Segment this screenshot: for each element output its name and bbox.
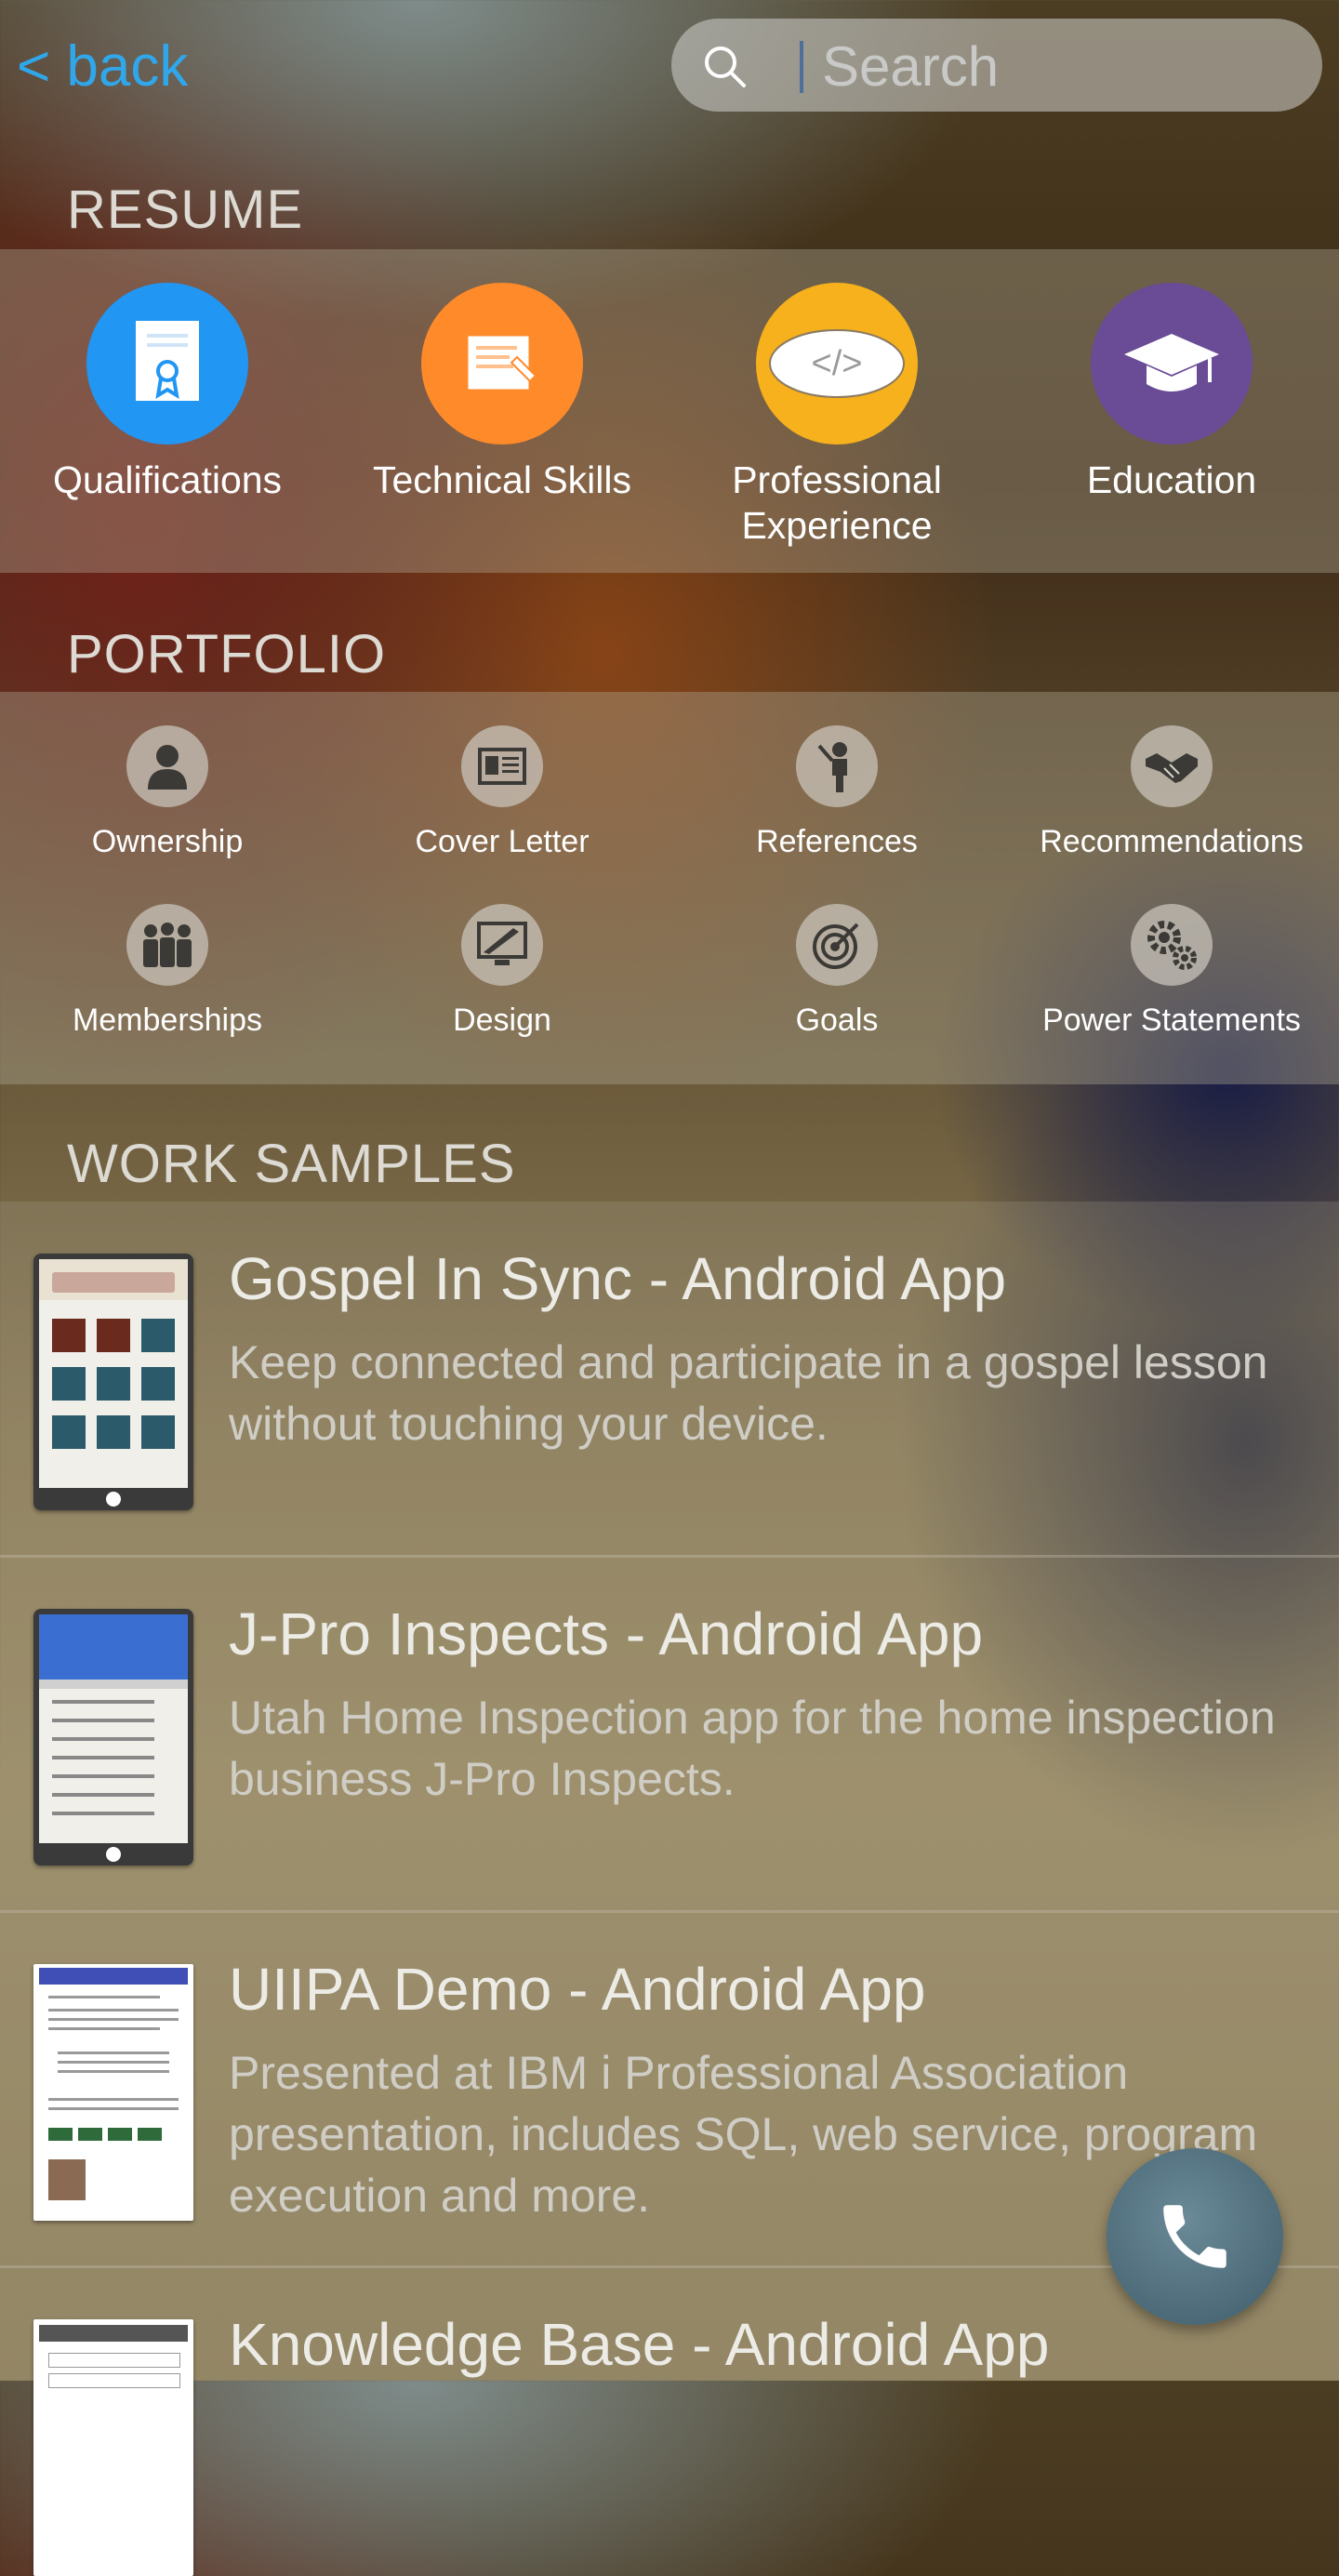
phone-icon [1163, 2205, 1226, 2268]
portfolio-item-label: Ownership [91, 824, 244, 859]
resume-item-label: Technical Skills [373, 458, 631, 501]
resume-section-title: RESUME [67, 179, 304, 240]
portfolio-item-memberships[interactable]: Memberships [0, 904, 335, 1039]
memberships-circle [126, 904, 208, 986]
document-edit-icon [468, 336, 537, 390]
portfolio-item-ownership[interactable]: Ownership [0, 725, 335, 860]
qualifications-circle [86, 283, 248, 445]
portfolio-item-label: Power Statements [1042, 1003, 1301, 1038]
call-button[interactable] [1107, 2148, 1283, 2325]
svg-text:</>: </> [812, 344, 863, 383]
app-screenshot-thumbnail [33, 2319, 193, 2576]
professional-experience-circle: </> [756, 283, 918, 445]
resume-item-professional-experience[interactable]: </> Professional Experience [670, 283, 1004, 549]
power-statements-circle [1131, 904, 1213, 986]
certificate-icon [136, 321, 199, 401]
resume-item-label: Qualifications [52, 458, 283, 501]
portfolio-item-label: Recommendations [1040, 824, 1304, 859]
resume-item-label: Education [1086, 458, 1257, 501]
work-sample-item[interactable]: Gospel In Sync - Android App Keep connec… [0, 1202, 1339, 1558]
portfolio-item-label: Goals [795, 1003, 879, 1038]
portfolio-item-design[interactable]: Design [335, 904, 670, 1039]
app-screenshot-thumbnail [33, 1254, 193, 1510]
design-circle [461, 904, 543, 986]
ownership-circle [126, 725, 208, 807]
work-sample-description: Keep connected and participate in a gosp… [229, 1336, 1268, 1450]
references-circle [796, 725, 878, 807]
portfolio-item-cover-letter[interactable]: Cover Letter [335, 725, 670, 860]
group-icon [143, 923, 192, 967]
app-screenshot-thumbnail [33, 1609, 193, 1866]
text-cursor [800, 41, 803, 93]
person-icon [148, 745, 187, 790]
portfolio-item-label: Design [453, 1003, 551, 1038]
gears-icon [1147, 921, 1197, 970]
search-input[interactable] [820, 30, 1307, 102]
resume-item-qualifications[interactable]: Qualifications [0, 283, 335, 503]
technical-skills-circle [421, 283, 583, 445]
portfolio-item-references[interactable]: References [670, 725, 1004, 860]
work-samples-section-title: WORK SAMPLES [67, 1134, 516, 1194]
resume-item-education[interactable]: Education [1004, 283, 1339, 503]
portfolio-item-recommendations[interactable]: Recommendations [1004, 725, 1339, 860]
design-monitor-icon [477, 922, 527, 965]
portfolio-item-label: References [756, 824, 918, 859]
back-link[interactable]: < back [17, 33, 188, 100]
work-sample-title: UIIPA Demo - Android App [229, 1956, 926, 2023]
work-sample-item[interactable]: J-Pro Inspects - Android App Utah Home I… [0, 1557, 1339, 1913]
education-circle [1091, 283, 1253, 445]
handshake-icon [1146, 753, 1198, 783]
resume-item-technical-skills[interactable]: Technical Skills [335, 283, 670, 503]
goals-circle [796, 904, 878, 986]
portfolio-item-goals[interactable]: Goals [670, 904, 1004, 1039]
id-card-icon [478, 748, 526, 785]
cover-letter-circle [461, 725, 543, 807]
code-icon: </> [769, 329, 905, 398]
portfolio-item-power-statements[interactable]: Power Statements [1004, 904, 1339, 1039]
search-bar[interactable] [671, 19, 1322, 112]
work-sample-title: Knowledge Base - Android App [229, 2311, 1050, 2378]
target-icon [813, 923, 859, 969]
graduation-cap-icon [1124, 334, 1219, 392]
app-screenshot-thumbnail [33, 1964, 193, 2221]
recommendations-circle [1131, 725, 1213, 807]
resume-item-label: Professional Experience [732, 458, 942, 547]
search-icon [705, 46, 746, 87]
work-sample-title: Gospel In Sync - Android App [229, 1245, 1007, 1312]
work-sample-title: J-Pro Inspects - Android App [229, 1600, 984, 1667]
portfolio-section-title: PORTFOLIO [67, 624, 387, 684]
presenter-icon [817, 742, 847, 792]
portfolio-item-label: Memberships [72, 1003, 263, 1038]
work-sample-description: Utah Home Inspection app for the home in… [229, 1692, 1276, 1805]
portfolio-item-label: Cover Letter [415, 824, 590, 859]
